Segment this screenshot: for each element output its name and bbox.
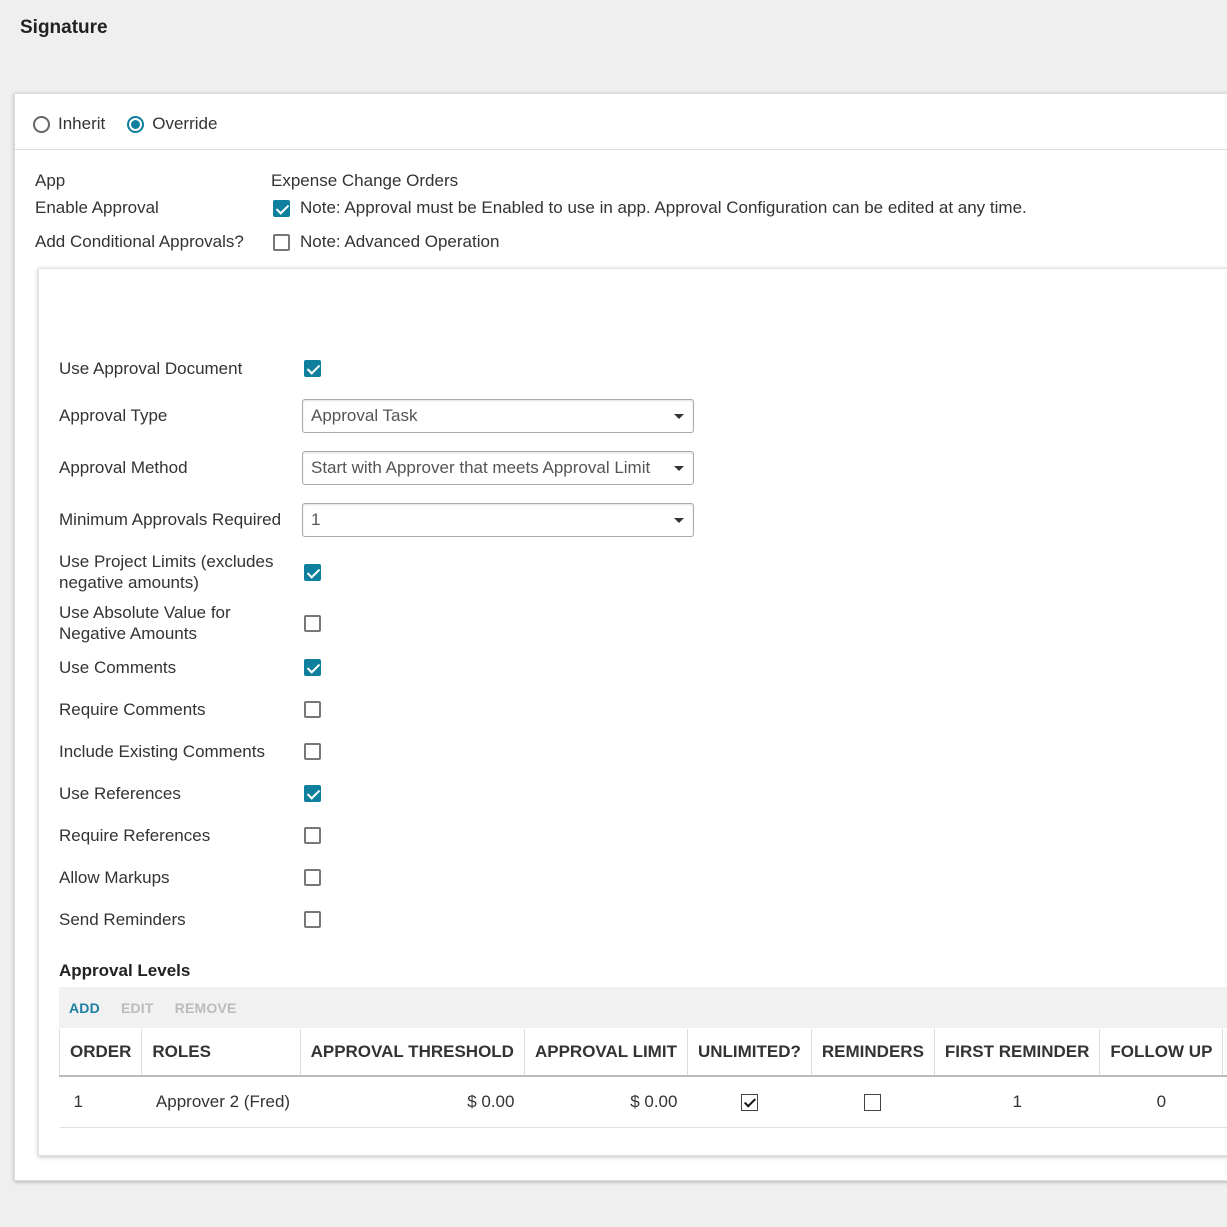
send-reminders-label: Send Reminders <box>59 910 186 929</box>
spacer-cell <box>1222 1076 1227 1128</box>
approval-type-select[interactable]: Approval Task <box>302 399 694 433</box>
app-label: App <box>35 171 66 190</box>
divider <box>15 149 1227 150</box>
follow-up-cell: 0 <box>1099 1076 1223 1128</box>
order-cell: 1 <box>59 1076 142 1128</box>
column-header-follow-up[interactable]: FOLLOW UP <box>1099 1029 1224 1077</box>
column-header-spacer <box>1222 1029 1227 1077</box>
use-project-limits-checkbox[interactable] <box>304 564 321 581</box>
app-value: Expense Change Orders <box>271 171 459 190</box>
allow-markups-label: Allow Markups <box>59 868 170 887</box>
approval-levels-table: ORDER ROLES APPROVAL THRESHOLD APPROVAL … <box>58 1029 1227 1128</box>
require-comments-checkbox[interactable] <box>304 701 321 718</box>
approval-method-value: Start with Approver that meets Approval … <box>311 458 651 477</box>
use-references-label: Use References <box>59 784 181 803</box>
use-absolute-value-label: Use Absolute Value for Negative Amounts <box>59 603 231 643</box>
approval-method-label: Approval Method <box>59 458 188 477</box>
first-reminder-cell: 1 <box>934 1076 1100 1128</box>
inherit-label: Inherit <box>58 114 106 133</box>
approval-method-select[interactable]: Start with Approver that meets Approval … <box>302 451 694 485</box>
include-existing-comments-checkbox[interactable] <box>304 743 321 760</box>
reminders-checkbox[interactable] <box>864 1094 882 1112</box>
use-comments-label: Use Comments <box>59 658 177 677</box>
remove-button[interactable]: REMOVE <box>175 1000 237 1016</box>
enable-approval-checkbox[interactable] <box>273 199 290 217</box>
use-project-limits-label: Use Project Limits (excludes negative am… <box>59 552 274 592</box>
limit-cell: $ 0.00 <box>524 1076 688 1128</box>
chevron-down-icon <box>674 466 684 471</box>
threshold-cell: $ 0.00 <box>300 1076 525 1128</box>
use-absolute-value-checkbox[interactable] <box>304 615 321 632</box>
column-header-first-reminder[interactable]: FIRST REMINDER <box>934 1029 1101 1077</box>
enable-approval-row: Note: Approval must be Enabled to use in… <box>273 198 1027 218</box>
column-header-order[interactable]: ORDER <box>58 1029 143 1077</box>
send-reminders-checkbox[interactable] <box>304 911 321 928</box>
chevron-down-icon <box>674 414 684 419</box>
column-header-roles[interactable]: ROLES <box>141 1029 301 1077</box>
approval-config-panel: Use Approval Document Approval Type Appr… <box>38 268 1227 1156</box>
include-existing-comments-label: Include Existing Comments <box>59 742 265 761</box>
enable-approval-label: Enable Approval <box>35 198 159 217</box>
conditional-approvals-checkbox[interactable] <box>273 233 290 251</box>
table-row[interactable]: 1 Approver 2 (Fred) $ 0.00 $ 0.00 1 0 <box>59 1076 1227 1128</box>
min-approvals-select[interactable]: 1 <box>302 503 694 537</box>
approval-type-value: Approval Task <box>311 406 418 425</box>
override-label: Override <box>152 114 218 133</box>
allow-markups-checkbox[interactable] <box>304 869 321 886</box>
mode-radio-group: Inherit Override <box>33 112 239 136</box>
table-header-row: ORDER ROLES APPROVAL THRESHOLD APPROVAL … <box>58 1029 1227 1077</box>
inherit-radio-option[interactable]: Inherit <box>33 114 105 134</box>
min-approvals-value: 1 <box>311 510 321 529</box>
conditional-approvals-label: Add Conditional Approvals? <box>35 232 244 251</box>
unlimited-cell <box>687 1076 812 1128</box>
approval-levels-title: Approval Levels <box>59 961 191 980</box>
column-header-approval-threshold[interactable]: APPROVAL THRESHOLD <box>300 1029 525 1077</box>
column-header-reminders[interactable]: REMINDERS <box>811 1029 935 1077</box>
require-references-label: Require References <box>59 826 211 845</box>
conditional-approvals-note: Note: Advanced Operation <box>300 232 500 251</box>
override-radio-option[interactable]: Override <box>127 114 217 134</box>
unlimited-checkbox[interactable] <box>740 1094 758 1112</box>
min-approvals-label: Minimum Approvals Required <box>59 510 282 529</box>
approval-type-label: Approval Type <box>59 406 168 425</box>
use-references-checkbox[interactable] <box>304 785 321 802</box>
require-references-checkbox[interactable] <box>304 827 321 844</box>
approval-levels-toolbar: ADD EDIT REMOVE <box>59 987 1227 1028</box>
inherit-radio[interactable] <box>33 115 50 133</box>
column-header-unlimited[interactable]: UNLIMITED? <box>687 1029 812 1077</box>
require-comments-label: Require Comments <box>59 700 206 719</box>
use-approval-document-label: Use Approval Document <box>59 359 243 378</box>
roles-cell: Approver 2 (Fred) <box>141 1076 301 1128</box>
page-title: Signature <box>20 17 108 38</box>
signature-card: Inherit Override App Expense Change Orde… <box>14 93 1227 1181</box>
chevron-down-icon <box>674 518 684 523</box>
conditional-approvals-row: Note: Advanced Operation <box>273 232 499 252</box>
override-radio[interactable] <box>127 115 145 133</box>
enable-approval-note: Note: Approval must be Enabled to use in… <box>300 198 1027 217</box>
use-approval-document-checkbox[interactable] <box>304 360 321 377</box>
column-header-approval-limit[interactable]: APPROVAL LIMIT <box>524 1029 688 1077</box>
add-button[interactable]: ADD <box>69 1000 100 1016</box>
edit-button[interactable]: EDIT <box>121 1000 154 1016</box>
use-comments-checkbox[interactable] <box>304 659 321 676</box>
reminders-cell <box>811 1076 935 1128</box>
